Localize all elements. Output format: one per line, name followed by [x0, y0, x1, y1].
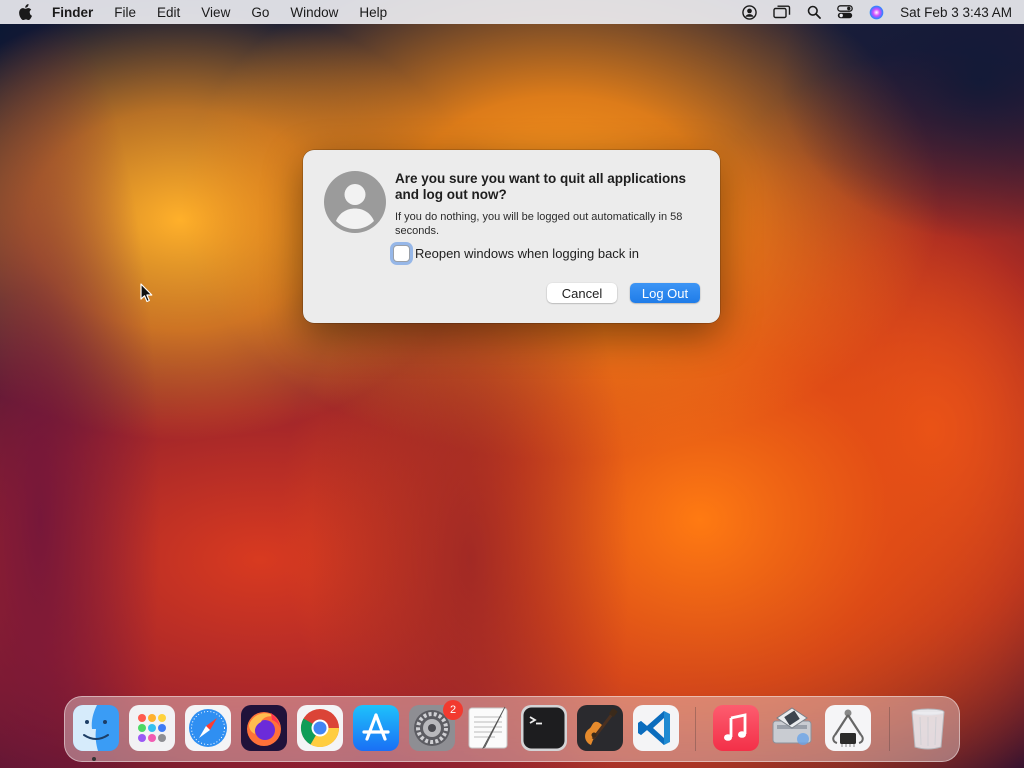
menu-help[interactable]: Help [359, 5, 387, 20]
dock-item-app-store[interactable] [353, 705, 399, 751]
logout-confirmation-dialog: Are you sure you want to quit all applic… [303, 150, 720, 323]
vscode-icon [633, 705, 679, 751]
dock-item-system-information[interactable] [825, 705, 871, 751]
safari-icon [185, 705, 231, 751]
dock-separator [695, 707, 696, 751]
finder-icon [73, 705, 119, 751]
spotlight-search-icon[interactable] [807, 5, 822, 19]
dock-item-terminal[interactable] [521, 705, 567, 751]
reopen-windows-checkbox[interactable] [393, 245, 410, 262]
dock-item-vscode[interactable] [633, 705, 679, 751]
dock-item-safari[interactable] [185, 705, 231, 751]
chrome-icon [297, 705, 343, 751]
siri-icon[interactable] [869, 5, 884, 20]
menu-go[interactable]: Go [251, 5, 269, 20]
dock-item-firefox[interactable] [241, 705, 287, 751]
app-store-icon [353, 705, 399, 751]
dock-item-trash[interactable] [905, 705, 951, 751]
log-out-button[interactable]: Log Out [630, 283, 700, 303]
finder-running-indicator [92, 757, 96, 761]
dock-item-finder[interactable] [73, 705, 119, 751]
launchpad-icon [129, 705, 175, 751]
dock-item-launchpad[interactable] [129, 705, 175, 751]
menu-file[interactable]: File [114, 5, 136, 20]
music-icon [713, 705, 759, 751]
menu-app-name[interactable]: Finder [52, 5, 93, 20]
mouse-pointer-icon [140, 283, 153, 303]
menu-window[interactable]: Window [290, 5, 338, 20]
system-information-icon [825, 705, 871, 751]
dialog-message: If you do nothing, you will be logged ou… [395, 211, 683, 237]
apple-menu-icon[interactable] [18, 4, 32, 20]
dock-item-boot-camp-assistant[interactable] [769, 705, 815, 751]
dock-item-textedit[interactable] [465, 705, 511, 751]
desktop-wallpaper [0, 0, 1024, 768]
dock: 2 [64, 696, 960, 762]
dock-separator [889, 707, 890, 751]
firefox-icon [241, 705, 287, 751]
menu-edit[interactable]: Edit [157, 5, 180, 20]
terminal-icon [521, 705, 567, 751]
user-avatar-icon [324, 171, 386, 233]
dock-item-system-preferences[interactable]: 2 [409, 700, 463, 751]
dialog-title: Are you sure you want to quit all applic… [395, 171, 687, 202]
menubar-clock[interactable]: Sat Feb 3 3:43 AM [900, 5, 1012, 20]
user-account-icon[interactable] [742, 4, 757, 20]
garageband-icon [577, 705, 623, 751]
control-center-icon[interactable] [837, 5, 854, 19]
boot-camp-icon [772, 707, 812, 745]
trash-icon [911, 708, 945, 750]
menu-bar: Finder File Edit View Go Window Help Sat… [0, 0, 1024, 24]
dock-item-garageband[interactable] [577, 705, 623, 751]
reopen-windows-label[interactable]: Reopen windows when logging back in [415, 246, 639, 261]
reopen-windows-option[interactable]: Reopen windows when logging back in [393, 245, 639, 262]
menu-view[interactable]: View [201, 5, 230, 20]
screen-mirroring-icon[interactable] [773, 5, 791, 19]
dock-item-music[interactable] [713, 705, 759, 751]
textedit-icon [468, 706, 508, 749]
cancel-button[interactable]: Cancel [547, 283, 617, 303]
dock-item-chrome[interactable] [297, 705, 343, 751]
notification-badge: 2 [443, 700, 463, 720]
